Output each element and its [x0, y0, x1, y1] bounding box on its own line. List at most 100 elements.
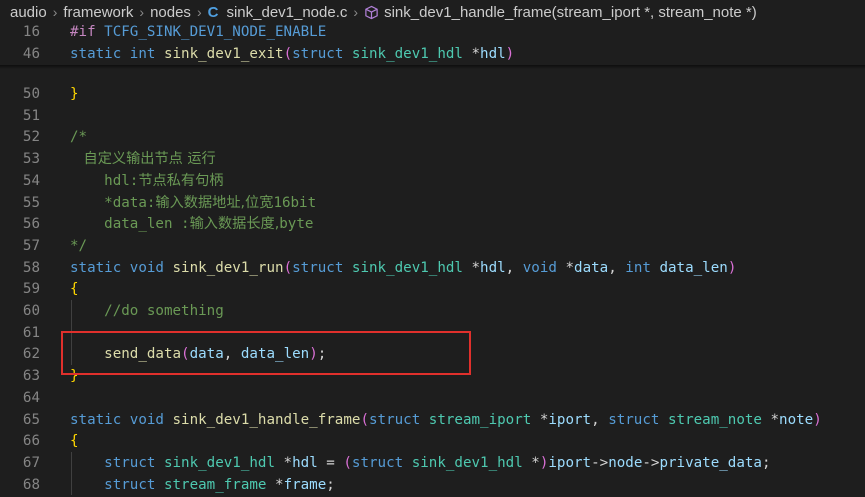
code-line[interactable]: 50}	[0, 83, 865, 105]
code-line[interactable]: 46 static int sink_dev1_exit(struct sink_…	[0, 42, 865, 65]
code-token: stream_frame	[163, 476, 267, 493]
line-number: 61	[22, 324, 40, 341]
code-text: }	[70, 83, 79, 105]
code-token: void	[522, 259, 557, 276]
code-token: *	[462, 259, 481, 276]
code-token: *	[266, 476, 284, 493]
code-token: void	[129, 259, 164, 276]
breadcrumb-file[interactable]: C sink_dev1_node.c	[208, 4, 348, 21]
code-token: node	[608, 454, 643, 471]
code-token: *	[531, 411, 549, 428]
code-token: (	[360, 411, 369, 428]
code-token: struct	[292, 45, 344, 62]
code-token: data	[574, 259, 609, 276]
line-number: 65	[22, 411, 40, 428]
code-token: sink_dev1_handle_frame	[172, 411, 361, 428]
breadcrumb-symbol-label: sink_dev1_handle_frame(stream_iport *, s…	[384, 3, 757, 21]
code-token: static	[70, 45, 122, 62]
line-number: 46	[22, 45, 40, 62]
code-line[interactable]: 66 {	[0, 430, 865, 452]
breadcrumb-symbol[interactable]: sink_dev1_handle_frame(stream_iport *, s…	[364, 4, 757, 21]
c-file-icon: C	[207, 3, 219, 21]
line-number: 59	[22, 281, 40, 298]
code-line[interactable]: 64	[0, 387, 865, 409]
code-line[interactable]: 51	[0, 105, 865, 127]
code-token: void	[129, 411, 164, 428]
line-number: 53	[22, 151, 40, 168]
breadcrumb-folder-audio[interactable]: audio	[10, 4, 47, 21]
code-token: stream_iport	[428, 411, 532, 428]
breadcrumb-folder-framework[interactable]: framework	[63, 4, 133, 21]
code-token: hdl	[480, 45, 506, 62]
code-text: static int sink_dev1_exit(struct sink_de…	[70, 43, 514, 65]
code-token: (	[283, 45, 293, 62]
code-token: frame	[283, 476, 327, 493]
code-token: )	[505, 45, 515, 62]
code-token: data_len	[659, 259, 728, 276]
code-token: struct	[292, 259, 344, 276]
code-token: ,	[608, 259, 626, 276]
code-token: int	[625, 259, 651, 276]
code-line[interactable]: 58 static void sink_dev1_run(struct sink_…	[0, 257, 865, 279]
line-number: 64	[22, 389, 40, 406]
code-line[interactable]: 60 //do something	[0, 300, 865, 322]
code-line[interactable]: 54 hdl:节点私有句柄	[0, 170, 865, 192]
code-text: *data:输入数据地址,位宽16bit	[70, 192, 316, 214]
code-token: int	[129, 45, 156, 62]
code-token: iport	[548, 411, 592, 428]
code-line[interactable]: 62 send_data(data, data_len);	[0, 343, 865, 365]
code-text: //do something	[70, 300, 224, 322]
code-line[interactable]: 65 static void sink_dev1_handle_frame(str…	[0, 409, 865, 431]
code-line[interactable]: 16 #if TCFG_SINK_DEV1_NODE_ENABLE	[0, 21, 865, 43]
code-token: ,	[505, 259, 523, 276]
code-token: struct	[104, 476, 156, 493]
indent-guide	[71, 300, 72, 366]
code-token: sink_dev1_hdl	[351, 259, 463, 276]
code-token: data	[189, 346, 224, 363]
code-line[interactable]: 57 */	[0, 235, 865, 257]
line-number: 57	[22, 237, 40, 254]
line-number: 66	[22, 433, 40, 450]
code-token: 自定义输出节点 运行	[70, 151, 216, 168]
code-token: iport	[548, 454, 592, 471]
sticky-scroll-shadow	[0, 65, 865, 69]
code-text: hdl:节点私有句柄	[70, 170, 223, 192]
cube-icon	[365, 5, 378, 19]
code-token: send_data	[104, 346, 182, 363]
code-text: send_data(data, data_len);	[70, 343, 326, 365]
code-line[interactable]: 61	[0, 322, 865, 344]
code-token: struct	[608, 411, 660, 428]
code-token: */	[70, 237, 88, 254]
line-number: 62	[22, 346, 40, 363]
code-token: 节点私有句柄	[138, 172, 224, 189]
code-line[interactable]: 56 data_len :输入数据长度,byte	[0, 213, 865, 235]
code-line[interactable]: 68 struct stream_frame *frame;	[0, 474, 865, 496]
code-token: *	[761, 411, 780, 428]
chevron-right-icon: ›	[139, 4, 145, 20]
line-number: 51	[22, 107, 40, 124]
code-line[interactable]: 63}	[0, 365, 865, 387]
code-line[interactable]: 55 *data:输入数据地址,位宽16bit	[0, 192, 865, 214]
code-token: {	[70, 281, 79, 298]
code-token: ;	[326, 476, 335, 493]
code-text: /*	[70, 126, 87, 148]
code-line[interactable]: 53 自定义输出节点 运行	[0, 148, 865, 170]
line-number: 54	[22, 172, 40, 189]
code-token: byte	[279, 216, 314, 233]
code-token: TCFG_SINK_DEV1_NODE_ENABLE	[104, 24, 327, 40]
breadcrumb-folder-nodes[interactable]: nodes	[150, 4, 191, 21]
code-line[interactable]: 59 {	[0, 278, 865, 300]
code-line[interactable]: 67 struct sink_dev1_hdl *hdl = (struct s…	[0, 452, 865, 474]
code-line[interactable]: 52 /*	[0, 126, 865, 148]
code-text: {	[70, 278, 79, 300]
code-text: struct sink_dev1_hdl *hdl = (struct sink…	[70, 452, 770, 474]
